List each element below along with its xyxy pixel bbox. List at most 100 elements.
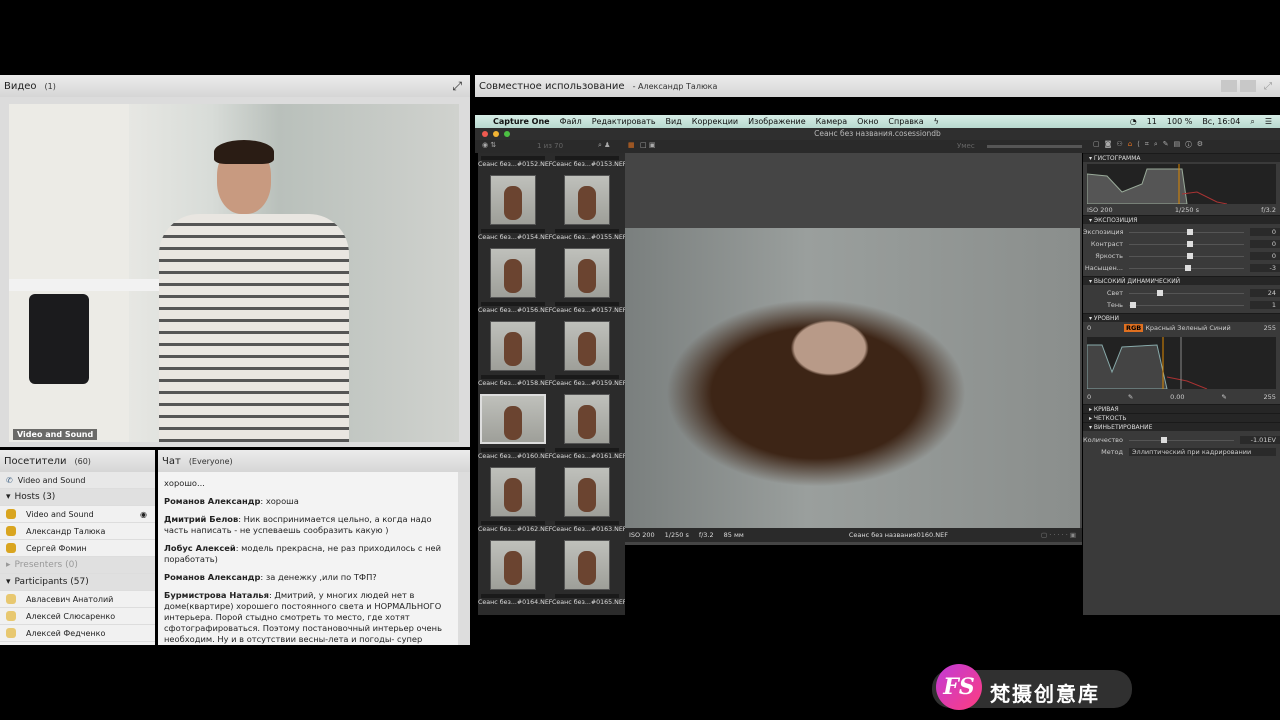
- exposure-section[interactable]: ▾ ЭКСПОЗИЦИЯ: [1083, 215, 1280, 224]
- menu-adjustments[interactable]: Коррекции: [692, 117, 738, 126]
- levels-section[interactable]: ▾ УРОВНИ: [1083, 313, 1280, 322]
- rating-bar[interactable]: [555, 448, 619, 452]
- close-icon[interactable]: [482, 131, 488, 137]
- search-icon[interactable]: ⌕: [1250, 117, 1254, 127]
- vignette-section[interactable]: ▾ ВИНЬЕТИРОВАНИЕ: [1083, 422, 1280, 431]
- thumbnail[interactable]: Сеанс без...#0155.NEF: [552, 171, 625, 244]
- rating-bar[interactable]: [555, 594, 619, 598]
- fullscreen-icon[interactable]: ⤢: [452, 79, 462, 94]
- levels-out-high[interactable]: 255: [1264, 393, 1276, 402]
- aperture-value: f/3.2: [698, 531, 714, 539]
- menu-image[interactable]: Изображение: [748, 117, 806, 126]
- adjustment-slider[interactable]: Контраст 0: [1083, 238, 1280, 250]
- tool-tabs-icons[interactable]: ▢◙⚇⌂⟨⌗⌕✎▤ⓘ⚙: [1093, 140, 1208, 149]
- search-icon[interactable]: ⌕ ♟: [598, 141, 610, 150]
- attendee-row[interactable]: Александр Талюка: [0, 523, 155, 540]
- viewer-icon[interactable]: □ ▣: [640, 141, 655, 149]
- thumbnail-label: Сеанс без...#0164.NEF: [478, 599, 553, 606]
- thumbnail[interactable]: Сеанс без...#0164.NEF: [478, 536, 553, 609]
- rating-stars[interactable]: ▢ · · · · · ▣: [1041, 531, 1076, 539]
- thumbnail-size-slider[interactable]: [987, 145, 1082, 148]
- group-presenters[interactable]: ▸ Presenters (0): [0, 557, 155, 574]
- rating-bar[interactable]: [555, 229, 619, 233]
- menu-edit[interactable]: Редактировать: [592, 117, 656, 126]
- curve-section[interactable]: ▸ КРИВАЯ: [1083, 404, 1280, 413]
- chat-message: хорошо...: [164, 478, 205, 488]
- rating-bar[interactable]: [555, 521, 619, 525]
- zoom-icon[interactable]: [504, 131, 510, 137]
- rating-bar[interactable]: [481, 229, 545, 233]
- clarity-section[interactable]: ▸ ЧЕТКОСТЬ: [1083, 413, 1280, 422]
- attendee-row[interactable]: Алексей Федченко: [0, 625, 155, 642]
- attendee-row[interactable]: Алексей Слюсаренко: [0, 608, 155, 625]
- rating-bar[interactable]: [481, 521, 545, 525]
- chat-scrollbar[interactable]: [458, 472, 470, 645]
- thumbnail[interactable]: Сеанс без...#0160.NEF: [478, 390, 552, 463]
- thumbnail[interactable]: Сеанс без...#0161.NEF: [552, 390, 625, 463]
- thumbnail-label: Сеанс без...#0162.NEF: [478, 526, 553, 533]
- levels-histogram[interactable]: [1087, 337, 1276, 389]
- adjustment-slider[interactable]: Яркость 0: [1083, 250, 1280, 262]
- audio-item[interactable]: ✆ Video and Sound: [0, 472, 155, 489]
- levels-channels[interactable]: RGB Красный Зеленый Синий: [1123, 324, 1231, 333]
- thumbnail[interactable]: Сеанс без...#0156.NEF: [478, 244, 552, 317]
- menu-help[interactable]: Справка: [888, 117, 923, 126]
- thumbnail[interactable]: Сеанс без...#0159.NEF: [552, 317, 625, 390]
- thumbnail[interactable]: Сеанс без...#0165.NEF: [552, 536, 625, 609]
- thumbnail-label: Сеанс без...#0157.NEF: [552, 307, 625, 314]
- adjustment-slider[interactable]: Экспозиция 0: [1083, 226, 1280, 238]
- grid-view-icon[interactable]: ▦: [628, 141, 635, 149]
- adjustment-slider[interactable]: Свет 24: [1083, 287, 1280, 299]
- attendee-row[interactable]: Авласевич Анатолий: [0, 591, 155, 608]
- eyedropper-icon[interactable]: ✎: [1221, 393, 1226, 402]
- app-menu[interactable]: Capture One: [493, 117, 550, 126]
- iso-value: ISO 200: [629, 531, 655, 539]
- layout-icon[interactable]: [1221, 80, 1237, 92]
- thumbnail-image: [564, 175, 610, 225]
- menu-camera[interactable]: Камера: [816, 117, 848, 126]
- rating-bar[interactable]: [555, 156, 619, 160]
- attendee-row[interactable]: Сергей Фомин: [0, 540, 155, 557]
- group-hosts[interactable]: ▾ Hosts (3): [0, 489, 155, 506]
- adjustment-slider[interactable]: Насыщен... -3: [1083, 262, 1280, 274]
- rating-bar[interactable]: [555, 375, 619, 379]
- adjustment-slider[interactable]: Тень 1: [1083, 299, 1280, 311]
- hdr-section[interactable]: ▾ ВЫСОКИЙ ДИНАМИЧЕСКИЙ: [1083, 276, 1280, 285]
- menu-file[interactable]: Файл: [560, 117, 582, 126]
- eyedropper-icon[interactable]: ✎: [1128, 393, 1133, 402]
- thumbnail[interactable]: Сеанс без...#0158.NEF: [478, 317, 552, 390]
- histogram-section[interactable]: ▾ ГИСТОГРАММА: [1083, 153, 1280, 162]
- thumbnail[interactable]: Сеанс без...#0153.NEF: [552, 153, 625, 171]
- rating-bar[interactable]: [481, 448, 545, 452]
- levels-mid[interactable]: 0.00: [1170, 393, 1184, 402]
- attendee-name: Алексей Федченко: [26, 628, 106, 638]
- rating-bar[interactable]: [481, 156, 545, 160]
- image-viewer[interactable]: [625, 153, 1082, 545]
- thumbnail[interactable]: Сеанс без...#0163.NEF: [552, 463, 625, 536]
- attendee-row[interactable]: Video and Sound ◉: [0, 506, 155, 523]
- eye-icon[interactable]: ◉ ⇅: [482, 141, 496, 149]
- rating-bar[interactable]: [481, 375, 545, 379]
- group-participants[interactable]: ▾ Participants (57): [0, 574, 155, 591]
- levels-low[interactable]: 0: [1087, 324, 1091, 333]
- chat-scope[interactable]: (Everyone): [189, 457, 233, 466]
- chat-message: Романов Александр: за денежку ,или по ТФ…: [164, 572, 377, 582]
- minimize-icon[interactable]: [493, 131, 499, 137]
- rating-bar[interactable]: [555, 302, 619, 306]
- layout-alt-icon[interactable]: [1240, 80, 1256, 92]
- rating-bar[interactable]: [481, 302, 545, 306]
- thumbnail[interactable]: Сеанс без...#0157.NEF: [552, 244, 625, 317]
- menu-window[interactable]: Окно: [857, 117, 878, 126]
- list-icon[interactable]: ☰: [1265, 117, 1272, 126]
- thumbnail[interactable]: Сеанс без...#0152.NEF: [478, 153, 552, 171]
- levels-out-low[interactable]: 0: [1087, 393, 1091, 402]
- menu-view[interactable]: Вид: [666, 117, 682, 126]
- filmstrip[interactable]: Сеанс без...#0152.NEF Сеанс без...#0153.N…: [478, 153, 625, 615]
- levels-high[interactable]: 255: [1264, 324, 1276, 333]
- thumbnail[interactable]: Сеанс без...#0154.NEF: [478, 171, 552, 244]
- fullscreen-icon[interactable]: ⤢: [1264, 81, 1272, 92]
- thumbnail[interactable]: Сеанс без...#0162.NEF: [478, 463, 553, 536]
- vignette-amount-slider[interactable]: Количество -1.01EV: [1083, 434, 1280, 446]
- vignette-method[interactable]: Метод Эллиптический при кадрировании: [1083, 446, 1280, 458]
- rating-bar[interactable]: [481, 594, 545, 598]
